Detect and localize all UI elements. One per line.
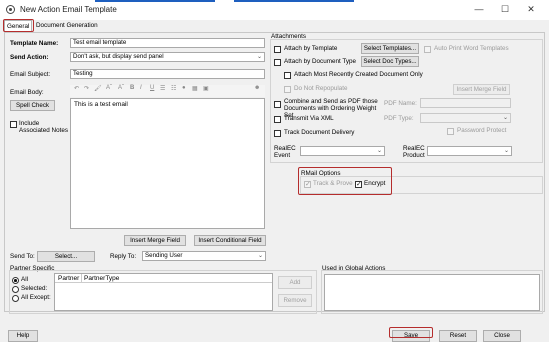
table-icon[interactable]: ▦ bbox=[192, 85, 198, 92]
partner-selected-radio[interactable] bbox=[12, 286, 19, 293]
insert-merge-field-button[interactable]: Insert Merge Field bbox=[124, 235, 186, 246]
password-protect-checkbox[interactable] bbox=[447, 128, 454, 135]
remove-partner-button[interactable]: Remove bbox=[278, 294, 312, 307]
do-not-repopulate-checkbox[interactable] bbox=[284, 86, 291, 93]
do-not-repopulate-label: Do Not Repopulate bbox=[294, 85, 348, 92]
close-window-button[interactable]: ✕ bbox=[520, 2, 542, 16]
partner-list[interactable]: Partner PartnerType bbox=[54, 273, 273, 311]
attach-by-template-checkbox[interactable] bbox=[274, 46, 281, 53]
number-list-icon[interactable]: ☷ bbox=[171, 85, 176, 92]
bullet-list-icon[interactable]: ☰ bbox=[160, 85, 165, 92]
global-actions-list[interactable] bbox=[324, 274, 540, 311]
combine-pdf-checkbox[interactable] bbox=[274, 101, 281, 108]
realec-event-select[interactable]: ⌄ bbox=[300, 146, 385, 156]
partner-all-except-label: All Except: bbox=[21, 294, 51, 301]
bold-icon[interactable]: B bbox=[130, 85, 134, 91]
accent-line bbox=[234, 0, 354, 2]
chevron-down-icon[interactable]: ⌄ bbox=[255, 53, 264, 61]
email-body-editor[interactable]: This is a test email bbox=[70, 98, 265, 229]
attach-most-recent-label: Attach Most Recently Created Document On… bbox=[294, 71, 423, 78]
partner-all-except-radio[interactable] bbox=[12, 295, 19, 302]
email-subject-label: Email Subject: bbox=[10, 71, 51, 78]
pdf-name-input[interactable] bbox=[420, 98, 511, 108]
chevron-down-icon[interactable]: ⌄ bbox=[375, 147, 384, 155]
emoji-icon[interactable]: ☻ bbox=[254, 85, 260, 91]
select-doc-types-button[interactable]: Select Doc Types... bbox=[361, 56, 419, 67]
attachments-insert-merge-field-button[interactable]: Insert Merge Field bbox=[453, 84, 510, 95]
spell-check-button[interactable]: Spell Check bbox=[10, 100, 55, 111]
tab-strip: General Document Generation bbox=[4, 20, 204, 32]
attach-most-recent-checkbox[interactable] bbox=[284, 72, 291, 79]
image-icon[interactable]: ▣ bbox=[203, 85, 209, 92]
attach-by-doc-type-label: Attach by Document Type bbox=[284, 58, 356, 65]
partner-all-radio[interactable] bbox=[12, 277, 19, 284]
italic-icon[interactable]: I bbox=[140, 85, 142, 91]
select-recipient-button[interactable]: Select... bbox=[37, 251, 95, 262]
font-size-down-icon[interactable]: Aˇ bbox=[106, 85, 112, 91]
column-header-partner[interactable]: Partner bbox=[58, 275, 79, 282]
chevron-down-icon[interactable]: ⌄ bbox=[502, 147, 511, 155]
insert-conditional-field-button[interactable]: Insert Conditional Field bbox=[194, 235, 266, 246]
color-icon[interactable]: ● bbox=[182, 85, 186, 91]
column-header-partner-type[interactable]: PartnerType bbox=[84, 275, 119, 282]
include-notes-label: Include Associated Notes bbox=[19, 120, 69, 134]
reply-to-label: Reply To: bbox=[110, 253, 137, 260]
send-action-value: Don't ask, but display send panel bbox=[73, 53, 164, 60]
send-action-label: Send Action: bbox=[10, 54, 49, 61]
realec-event-label: RealEC Event bbox=[274, 145, 296, 159]
auto-print-checkbox[interactable] bbox=[424, 46, 431, 53]
reply-to-value: Sending User bbox=[145, 252, 183, 259]
select-templates-button[interactable]: Select Templates... bbox=[361, 43, 419, 54]
highlight-box bbox=[298, 167, 392, 195]
underline-icon[interactable]: U bbox=[150, 85, 154, 91]
chevron-down-icon[interactable]: ⌄ bbox=[501, 114, 510, 122]
window-title: New Action Email Template bbox=[20, 5, 117, 14]
email-body-label: Email Body: bbox=[10, 89, 44, 96]
highlight-box bbox=[3, 19, 34, 32]
track-delivery-checkbox[interactable] bbox=[274, 130, 281, 137]
track-delivery-label: Track Document Delivery bbox=[284, 129, 355, 136]
send-action-select[interactable]: Don't ask, but display send panel ⌄ bbox=[70, 52, 265, 62]
email-body-text: This is a test email bbox=[74, 101, 128, 108]
template-name-input[interactable]: Test email template bbox=[70, 38, 265, 48]
close-button[interactable]: Close bbox=[483, 330, 521, 342]
minimize-button[interactable]: — bbox=[468, 2, 490, 16]
reply-to-select[interactable]: Sending User ⌄ bbox=[142, 251, 266, 261]
accent-line bbox=[95, 0, 215, 2]
pdf-name-label: PDF Name: bbox=[384, 100, 417, 107]
password-protect-label: Password Protect bbox=[457, 127, 507, 134]
realec-product-select[interactable]: ⌄ bbox=[427, 146, 512, 156]
transmit-xml-label: Transmit Via XML bbox=[284, 115, 334, 122]
attach-by-doc-type-checkbox[interactable] bbox=[274, 59, 281, 66]
partner-selected-label: Selected: bbox=[21, 285, 48, 292]
help-button[interactable]: Help bbox=[8, 330, 38, 342]
add-partner-button[interactable]: Add bbox=[278, 276, 312, 289]
attach-by-template-label: Attach by Template bbox=[284, 45, 338, 52]
chevron-down-icon[interactable]: ⌄ bbox=[256, 252, 265, 260]
partner-all-label: All bbox=[21, 276, 28, 283]
maximize-button[interactable]: ☐ bbox=[494, 2, 516, 16]
partner-list-header: Partner PartnerType bbox=[55, 274, 272, 283]
pdf-type-label: PDF Type: bbox=[384, 115, 414, 122]
template-name-label: Template Name: bbox=[10, 40, 59, 47]
email-subject-input[interactable]: Testing bbox=[70, 69, 265, 79]
font-size-up-icon[interactable]: Aˆ bbox=[118, 85, 124, 91]
tab-document-generation[interactable]: Document Generation bbox=[34, 20, 114, 32]
highlight-box bbox=[389, 327, 433, 338]
reset-button[interactable]: Reset bbox=[439, 330, 477, 342]
app-icon bbox=[6, 5, 15, 14]
transmit-xml-checkbox[interactable] bbox=[274, 116, 281, 123]
realec-product-label: RealEC Product bbox=[403, 145, 425, 159]
send-to-label: Send To: bbox=[10, 253, 35, 260]
body-toolbar: ↶ ↷ 🖌 Aˇ Aˆ B I U ☰ ☷ ● ▦ ▣ ☻ bbox=[70, 85, 265, 97]
undo-icon[interactable]: ↶ bbox=[74, 85, 79, 92]
pdf-type-select[interactable]: ⌄ bbox=[420, 113, 511, 123]
auto-print-label: Auto Print Word Templates bbox=[434, 45, 509, 52]
format-paint-icon[interactable]: 🖌 bbox=[94, 85, 102, 92]
include-notes-checkbox[interactable] bbox=[10, 121, 17, 128]
redo-icon[interactable]: ↷ bbox=[84, 85, 89, 92]
